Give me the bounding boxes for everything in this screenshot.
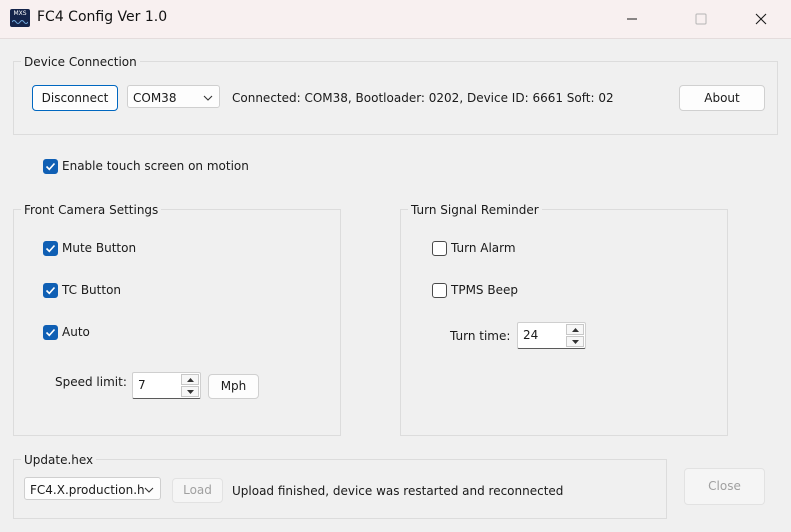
unit-button[interactable]: Mph (208, 374, 259, 399)
upload-status: Upload finished, device was restarted an… (232, 484, 564, 498)
turn-signal-legend: Turn Signal Reminder (408, 202, 542, 218)
auto-label: Auto (62, 325, 90, 339)
spinner-down-icon[interactable] (181, 386, 199, 397)
window-title: FC4 Config Ver 1.0 (37, 9, 168, 25)
close-window-button[interactable] (738, 0, 784, 38)
speed-limit-value: 7 (138, 378, 146, 392)
device-connection-legend: Device Connection (21, 54, 140, 70)
mute-button-checkbox[interactable] (43, 241, 58, 256)
chevron-down-icon (144, 487, 154, 493)
turn-time-spinner[interactable]: 24 (517, 322, 586, 349)
app-logo-text: MXS (13, 10, 27, 17)
spinner-arrows (566, 324, 584, 347)
speed-limit-label: Speed limit: (55, 375, 127, 389)
port-select[interactable]: COM38 (127, 85, 220, 108)
app-logo-icon: MXS (10, 9, 30, 27)
turn-alarm-checkbox[interactable] (432, 241, 447, 256)
check-icon (45, 328, 56, 337)
tpms-beep-label: TPMS Beep (451, 283, 518, 297)
tc-button-label: TC Button (62, 283, 122, 297)
about-button[interactable]: About (679, 85, 765, 111)
check-icon (45, 162, 56, 171)
title-bar: MXS FC4 Config Ver 1.0 (0, 0, 791, 39)
port-select-value: COM38 (133, 91, 177, 105)
tpms-beep-checkbox[interactable] (432, 283, 447, 298)
disconnect-button[interactable]: Disconnect (32, 85, 118, 111)
mute-button-label: Mute Button (62, 241, 137, 255)
touch-screen-checkbox[interactable] (43, 159, 58, 174)
spinner-arrows (181, 374, 199, 397)
turn-time-value: 24 (523, 328, 539, 342)
auto-checkbox[interactable] (43, 325, 58, 340)
connection-status: Connected: COM38, Bootloader: 0202, Devi… (232, 91, 614, 105)
check-icon (45, 286, 56, 295)
update-hex-legend: Update.hex (21, 452, 97, 468)
chevron-down-icon (203, 95, 213, 101)
hex-file-select[interactable]: FC4.X.production.h (24, 477, 161, 500)
touch-screen-label: Enable touch screen on motion (62, 159, 249, 173)
hex-file-value: FC4.X.production.h (30, 483, 145, 497)
tc-button-checkbox[interactable] (43, 283, 58, 298)
minimize-button[interactable] (609, 0, 655, 38)
front-camera-legend: Front Camera Settings (21, 202, 162, 218)
spinner-down-icon[interactable] (566, 336, 584, 347)
turn-time-label: Turn time: (450, 329, 511, 343)
load-button[interactable]: Load (172, 478, 223, 503)
spinner-up-icon[interactable] (566, 324, 584, 335)
close-button[interactable]: Close (684, 468, 765, 505)
speed-limit-spinner[interactable]: 7 (132, 372, 201, 399)
maximize-button (678, 0, 724, 38)
spinner-up-icon[interactable] (181, 374, 199, 385)
turn-alarm-label: Turn Alarm (451, 241, 516, 255)
check-icon (45, 244, 56, 253)
